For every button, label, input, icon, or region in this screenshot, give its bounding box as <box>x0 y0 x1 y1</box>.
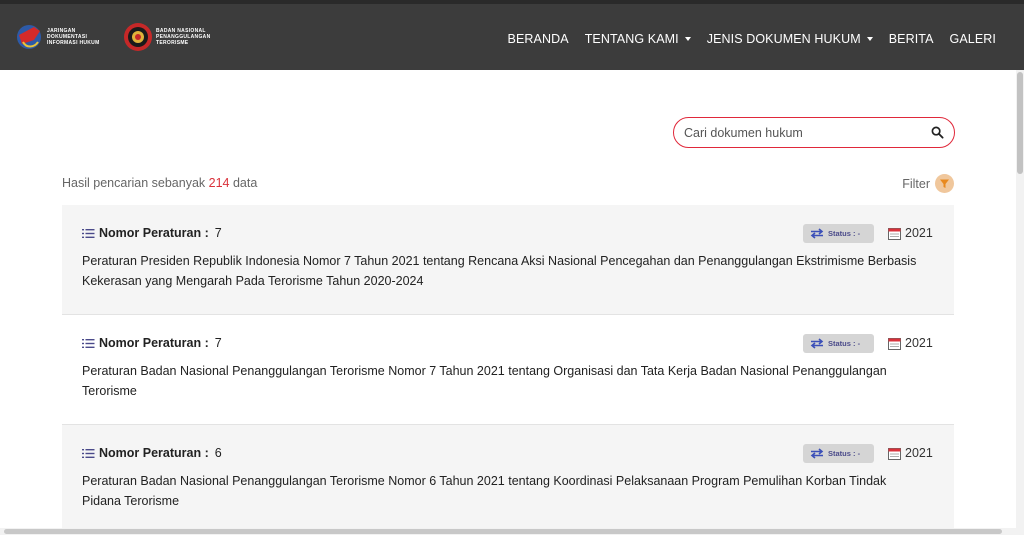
document-card[interactable]: Nomor Peraturan : 7 Status : - 2021 Pera… <box>62 205 954 315</box>
nav-berita-label: BERITA <box>888 32 934 46</box>
document-title[interactable]: Peraturan Badan Nasional Penanggulangan … <box>82 361 922 401</box>
bnpt-emblem-icon <box>124 23 152 51</box>
caret-down-icon <box>684 37 691 41</box>
nav-tentang-kami-label: TENTANG KAMI <box>584 32 679 46</box>
regulation-number-value: 7 <box>214 226 222 240</box>
transfer-icon <box>810 338 824 349</box>
regulation-number: Nomor Peraturan : 7 <box>82 336 222 350</box>
jdih-logo[interactable]: JARINGAN DOKUMENTASI INFORMASI HUKUM <box>14 22 113 52</box>
status-text: Status : - <box>828 339 861 348</box>
bnpt-logo-text: BADAN NASIONAL PENANGGULANGAN TERORISME <box>156 28 211 46</box>
regulation-number: Nomor Peraturan : 7 <box>82 226 222 240</box>
horizontal-scrollbar-thumb[interactable] <box>4 529 1002 534</box>
regulation-number: Nomor Peraturan : 6 <box>82 446 222 460</box>
jdih-emblem-icon <box>17 25 41 49</box>
document-card[interactable]: Nomor Peraturan : 7 Status : - 2021 Pera… <box>62 315 954 425</box>
search-box <box>673 117 955 148</box>
year-value: 2021 <box>905 446 933 460</box>
year-value: 2021 <box>905 226 933 240</box>
year: 2021 <box>888 446 933 460</box>
status-badge: Status : - <box>803 444 874 463</box>
jdih-logo-text: JARINGAN DOKUMENTASI INFORMASI HUKUM <box>47 28 100 46</box>
year: 2021 <box>888 336 933 350</box>
nav-beranda-label: BERANDA <box>507 32 569 46</box>
regulation-number-value: 7 <box>214 336 222 350</box>
vertical-scrollbar-thumb[interactable] <box>1017 72 1023 174</box>
regulation-number-label: Nomor Peraturan : <box>99 446 209 460</box>
filter-icon <box>935 174 954 193</box>
top-navbar: JARINGAN DOKUMENTASI INFORMASI HUKUM BAD… <box>0 0 1024 70</box>
nav-galeri[interactable]: GALERI <box>950 32 996 46</box>
result-count-number: 214 <box>208 176 230 190</box>
transfer-icon <box>810 228 824 239</box>
nav-galeri-label: GALERI <box>949 32 996 46</box>
search-icon[interactable] <box>931 126 944 139</box>
nav-jenis-dokumen[interactable]: JENIS DOKUMEN HUKUM <box>707 32 873 46</box>
logos: JARINGAN DOKUMENTASI INFORMASI HUKUM BAD… <box>14 22 240 52</box>
nav-beranda[interactable]: BERANDA <box>508 32 569 46</box>
caret-down-icon <box>866 37 873 41</box>
bnpt-logo[interactable]: BADAN NASIONAL PENANGGULANGAN TERORISME <box>123 22 230 52</box>
result-count: Hasil pencarian sebanyak 214 data <box>62 176 257 190</box>
list-icon <box>82 228 95 238</box>
year-value: 2021 <box>905 336 933 350</box>
regulation-number-label: Nomor Peraturan : <box>99 226 209 240</box>
regulation-number-label: Nomor Peraturan : <box>99 336 209 350</box>
filter-button[interactable]: Filter <box>902 174 954 193</box>
calendar-icon <box>888 227 901 240</box>
status-badge: Status : - <box>803 334 874 353</box>
transfer-icon <box>810 448 824 459</box>
status-badge: Status : - <box>803 224 874 243</box>
status-text: Status : - <box>828 229 861 238</box>
nav-tentang-kami[interactable]: TENTANG KAMI <box>585 32 691 46</box>
regulation-number-value: 6 <box>214 446 222 460</box>
list-icon <box>82 448 95 458</box>
result-count-prefix: Hasil pencarian sebanyak <box>62 176 206 190</box>
document-title[interactable]: Peraturan Badan Nasional Penanggulangan … <box>82 471 922 511</box>
main-nav: BERANDA TENTANG KAMI JENIS DOKUMEN HUKUM… <box>492 4 996 74</box>
nav-jenis-dokumen-label: JENIS DOKUMEN HUKUM <box>706 32 861 46</box>
status-text: Status : - <box>828 449 861 458</box>
year: 2021 <box>888 226 933 240</box>
list-icon <box>82 338 95 348</box>
nav-berita[interactable]: BERITA <box>889 32 934 46</box>
calendar-icon <box>888 337 901 350</box>
search-input[interactable] <box>684 124 924 142</box>
filter-label: Filter <box>902 176 930 191</box>
result-count-suffix: data <box>232 176 258 190</box>
calendar-icon <box>888 447 901 460</box>
document-card[interactable]: Nomor Peraturan : 6 Status : - 2021 Pera… <box>62 425 954 535</box>
document-title[interactable]: Peraturan Presiden Republik Indonesia No… <box>82 251 922 291</box>
